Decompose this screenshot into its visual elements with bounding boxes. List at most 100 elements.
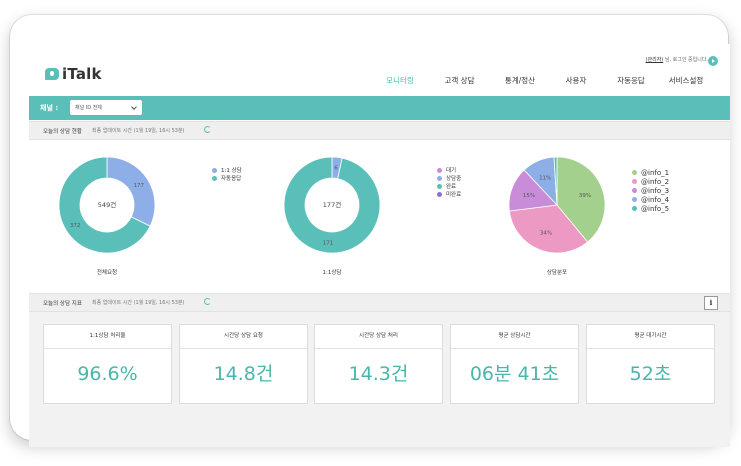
chart-data-label: 177	[134, 183, 145, 189]
stat-title: 시간당 상담 처리	[315, 325, 442, 349]
status-update-time: 최종 업데이트 시간 (1월 19일, 16시 53분)	[92, 128, 185, 134]
login-status-text: 님, 로그인 중입니다.	[663, 57, 708, 63]
legend-label: 대기	[446, 168, 457, 174]
stat-value: 96.6%	[77, 363, 138, 385]
logout-button[interactable]	[708, 56, 718, 66]
stat-title: 시간당 상담 요청	[180, 325, 307, 349]
stat-card-processing-rate: 1:1상담 처리율 96.6%	[43, 324, 172, 404]
legend-swatch	[437, 167, 442, 173]
legend-swatch	[437, 175, 442, 181]
chart-data-label: 34%	[540, 231, 552, 237]
legend-item[interactable]: @info_5	[632, 204, 669, 213]
legend-label: 상담중	[446, 176, 462, 182]
one-to-one-caption: 1:1상담	[322, 270, 342, 276]
info-button[interactable]: i	[704, 296, 718, 310]
channel-select-value: 채널 ID 전체	[75, 105, 102, 111]
login-status: (관리자) 님, 로그인 중입니다.	[646, 56, 708, 63]
channel-filter-bar: 채널 : 채널 ID 전체	[29, 96, 730, 120]
legend-swatch	[437, 183, 442, 189]
chart-data-label: 171	[323, 240, 334, 246]
stat-title: 1:1상담 처리율	[44, 325, 171, 349]
nav-item[interactable]: 사용자	[550, 75, 602, 86]
total-requests-legend: 1:1 상담자동응답	[212, 166, 242, 182]
refresh-icon[interactable]	[204, 126, 211, 133]
stat-value: 06분 41초	[469, 363, 560, 385]
legend-item[interactable]: 대기	[437, 166, 461, 174]
legend-swatch	[632, 197, 637, 202]
legend-label: 완료	[446, 184, 457, 190]
legend-label: 1:1 상담	[221, 168, 242, 174]
legend-swatch	[632, 206, 637, 211]
chart-data-label: 11%	[539, 176, 551, 182]
distribution-caption: 상담분포	[546, 270, 568, 276]
legend-swatch	[632, 179, 637, 184]
total-requests-donut-chart: 177 372 549건	[58, 156, 156, 254]
legend-item[interactable]: 완료	[437, 182, 461, 190]
status-charts: 177 372 549건 전체요청 1:1 상담자동응답 6 171 177건 1:1상…	[29, 140, 730, 292]
refresh-icon[interactable]	[204, 298, 211, 305]
legend-swatch	[437, 191, 442, 197]
chevron-down-icon	[131, 104, 137, 110]
chart-center-label: 177건	[323, 200, 341, 209]
stat-card-avg-wait-time: 평균 대기시간 52초	[586, 324, 715, 404]
indicator-cards-area: 1:1상담 처리율 96.6% 시간당 상담 요청 14.8건 시간당 상담 처…	[29, 312, 730, 447]
legend-label: @info_5	[641, 204, 670, 213]
status-section-title: 오늘의 상담 현황	[43, 129, 82, 135]
chart-data-label: 372	[70, 223, 81, 229]
legend-label: @info_3	[641, 186, 670, 195]
stat-value: 14.3건	[348, 363, 409, 385]
legend-item[interactable]: @info_3	[632, 186, 669, 195]
stat-title: 평균 대기시간	[587, 325, 714, 349]
app-screen: iTalk (관리자) 님, 로그인 중입니다. 모니터링 고객 상담 통계/정산 사…	[29, 44, 730, 447]
total-requests-caption: 전체요청	[96, 270, 118, 276]
legend-item[interactable]: @info_2	[632, 177, 669, 186]
one-to-one-donut-chart: 6 171 177건	[283, 156, 381, 254]
nav-item[interactable]: 서비스설정	[660, 75, 712, 86]
legend-item[interactable]: 1:1 상담	[212, 166, 242, 174]
stat-card-hourly-processed: 시간당 상담 처리 14.3건	[314, 324, 443, 404]
chart-slice	[106, 156, 156, 227]
nav-item[interactable]: 고객 상담	[429, 75, 490, 86]
legend-item[interactable]: @info_1	[632, 168, 669, 177]
one-to-one-legend: 대기상담중완료미완료	[437, 166, 461, 198]
device-frame: iTalk (관리자) 님, 로그인 중입니다. 모니터링 고객 상담 통계/정산 사…	[10, 15, 730, 447]
indicator-section-title: 오늘의 상담 지표	[43, 301, 82, 307]
status-section-header: 오늘의 상담 현황 최종 업데이트 시간 (1월 19일, 16시 53분)	[29, 121, 730, 140]
legend-swatch	[632, 170, 637, 175]
stat-card-hourly-requests: 시간당 상담 요청 14.8건	[179, 324, 308, 404]
stat-value: 52초	[629, 363, 672, 385]
legend-item[interactable]: 상담중	[437, 174, 461, 182]
nav-item[interactable]: 모니터링	[371, 75, 429, 86]
stat-card-avg-consult-time: 평균 상담시간 06분 41초	[450, 324, 579, 404]
nav-item[interactable]: 통계/정산	[490, 75, 550, 86]
stat-value: 14.8건	[213, 363, 274, 385]
legend-label: @info_1	[641, 168, 670, 177]
indicator-section-header: 오늘의 상담 지표 최종 업데이트 시간 (1월 19일, 16시 53분) i	[29, 293, 730, 312]
legend-item[interactable]: 자동응답	[212, 174, 242, 182]
legend-label: 미완료	[446, 192, 462, 198]
legend-item[interactable]: 미완료	[437, 190, 461, 198]
main-nav: 모니터링 고객 상담 통계/정산 사용자 자동응답 서비스설정	[371, 75, 712, 86]
nav-item[interactable]: 자동응답	[602, 75, 660, 86]
legend-swatch	[212, 167, 217, 173]
legend-swatch	[632, 188, 637, 193]
legend-label: @info_4	[641, 195, 670, 204]
channel-select[interactable]: 채널 ID 전체	[70, 100, 142, 115]
legend-label: @info_2	[641, 177, 670, 186]
chart-data-label: 39%	[579, 193, 591, 199]
channel-label: 채널 :	[40, 104, 59, 112]
legend-label: 자동응답	[221, 176, 242, 182]
distribution-legend: @info_1 @info_2 @info_3 @info_4 @info_5	[632, 168, 669, 213]
chart-data-label: 15%	[523, 193, 535, 199]
chart-data-label: 6	[334, 166, 338, 172]
user-name-link[interactable]: (관리자)	[646, 57, 664, 63]
indicator-update-time: 최종 업데이트 시간 (1월 19일, 16시 53분)	[92, 300, 185, 306]
italk-logo[interactable]: iTalk	[45, 65, 102, 83]
legend-item[interactable]: @info_4	[632, 195, 669, 204]
stat-title: 평균 상담시간	[451, 325, 578, 349]
chart-center-label: 549건	[98, 200, 116, 209]
chat-bubble-icon	[45, 68, 59, 80]
consultation-distribution-pie-chart: 39% 34% 15% 11%	[508, 156, 606, 254]
logo-text: iTalk	[62, 65, 102, 83]
legend-swatch	[212, 175, 217, 181]
